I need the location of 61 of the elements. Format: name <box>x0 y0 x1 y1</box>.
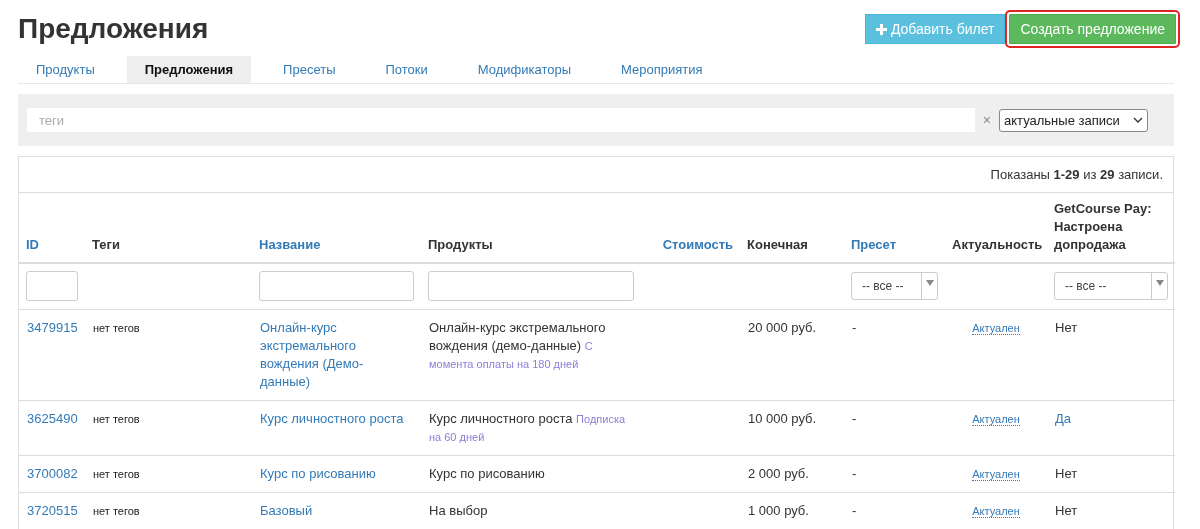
preset-text: - <box>852 410 857 426</box>
upsell-text: Нет <box>1055 502 1078 518</box>
tab[interactable]: Мероприятия <box>603 56 721 83</box>
clear-button[interactable]: × <box>980 112 993 128</box>
offer-name-link[interactable]: Курс личностного роста <box>260 409 413 428</box>
filter-select[interactable]: -- все -- <box>851 272 938 301</box>
tags-text: нет тегов <box>93 504 140 517</box>
price-text: 1 000 руб. <box>748 502 809 518</box>
records-summary: Показаны 1-29 из 29 записи. <box>990 167 1163 182</box>
price-text: 20 000 руб. <box>748 319 817 335</box>
upsell-text: Нет <box>1055 465 1078 481</box>
price-text: 10 000 руб. <box>748 410 817 426</box>
id-link[interactable]: 3720515 <box>27 502 78 518</box>
id-link[interactable]: 3479915 <box>27 319 78 335</box>
preset-text: - <box>852 502 857 518</box>
product-text: Курс личностного роста Подписка на 60 дней <box>429 409 627 445</box>
plus-icon <box>875 23 887 35</box>
filter-field[interactable] <box>26 271 78 302</box>
preset-text: - <box>852 465 857 481</box>
filter-select[interactable]: -- все -- <box>1054 272 1168 301</box>
tags-text: нет тегов <box>93 412 140 425</box>
column-header: Актуальность <box>952 237 1043 252</box>
tab[interactable]: Предложения <box>126 56 252 83</box>
page-title: Предложения <box>18 13 209 45</box>
offer-name-link[interactable]: Базовый <box>260 501 413 520</box>
upsell-link[interactable]: Да <box>1055 410 1072 426</box>
tab[interactable]: Пресеты <box>265 56 354 83</box>
tab[interactable]: Модификаторы <box>459 56 590 83</box>
column-header: GetCourse Pay: Настроена допродажа <box>1054 201 1152 252</box>
sort-link[interactable]: ID <box>26 237 39 252</box>
product-text: Онлайн-курс экстремального вождения (демо-данные) С момента оплаты на 180 дней <box>429 318 607 372</box>
tab[interactable]: Потоки <box>367 56 446 83</box>
price-text: 2 000 руб. <box>748 465 809 481</box>
offer-name-link[interactable]: Онлайн-курс экстремального вождения (Демо-данные) <box>260 318 413 391</box>
tab[interactable]: Продукты <box>18 56 113 83</box>
id-link[interactable]: 3700082 <box>27 465 78 481</box>
upsell-text: Нет <box>1055 319 1078 335</box>
tags-text: нет тегов <box>93 321 140 334</box>
preset-text: - <box>852 319 857 335</box>
chevron-down-icon <box>1133 117 1143 123</box>
filter-field[interactable] <box>259 271 414 302</box>
column-header: Продукты <box>428 237 493 252</box>
status-link[interactable]: Актуален <box>972 504 1020 518</box>
id-link[interactable]: 3625490 <box>27 410 78 426</box>
caret-down-icon <box>925 280 934 287</box>
product-text: Курс по рисованию <box>429 464 546 483</box>
offer-name-link[interactable]: Курс по рисованию <box>260 464 413 483</box>
tags-text: нет тегов <box>93 467 140 480</box>
tags-field[interactable]: теги <box>27 108 975 132</box>
status-link[interactable]: Актуален <box>972 321 1020 335</box>
status-link[interactable]: Актуален <box>972 412 1020 426</box>
sort-link[interactable]: Пресет <box>851 237 896 252</box>
caret-down-icon <box>1155 280 1164 287</box>
column-header: Конечная <box>747 237 808 252</box>
column-header: Теги <box>92 237 120 252</box>
product-text: На выбор <box>429 501 489 520</box>
status-link[interactable]: Актуален <box>972 467 1020 481</box>
sort-link[interactable]: Название <box>259 237 321 252</box>
filter-field[interactable] <box>428 271 634 302</box>
scope-select[interactable]: актуальные записи <box>999 108 1148 132</box>
sort-link[interactable]: Стоимость <box>662 237 733 252</box>
